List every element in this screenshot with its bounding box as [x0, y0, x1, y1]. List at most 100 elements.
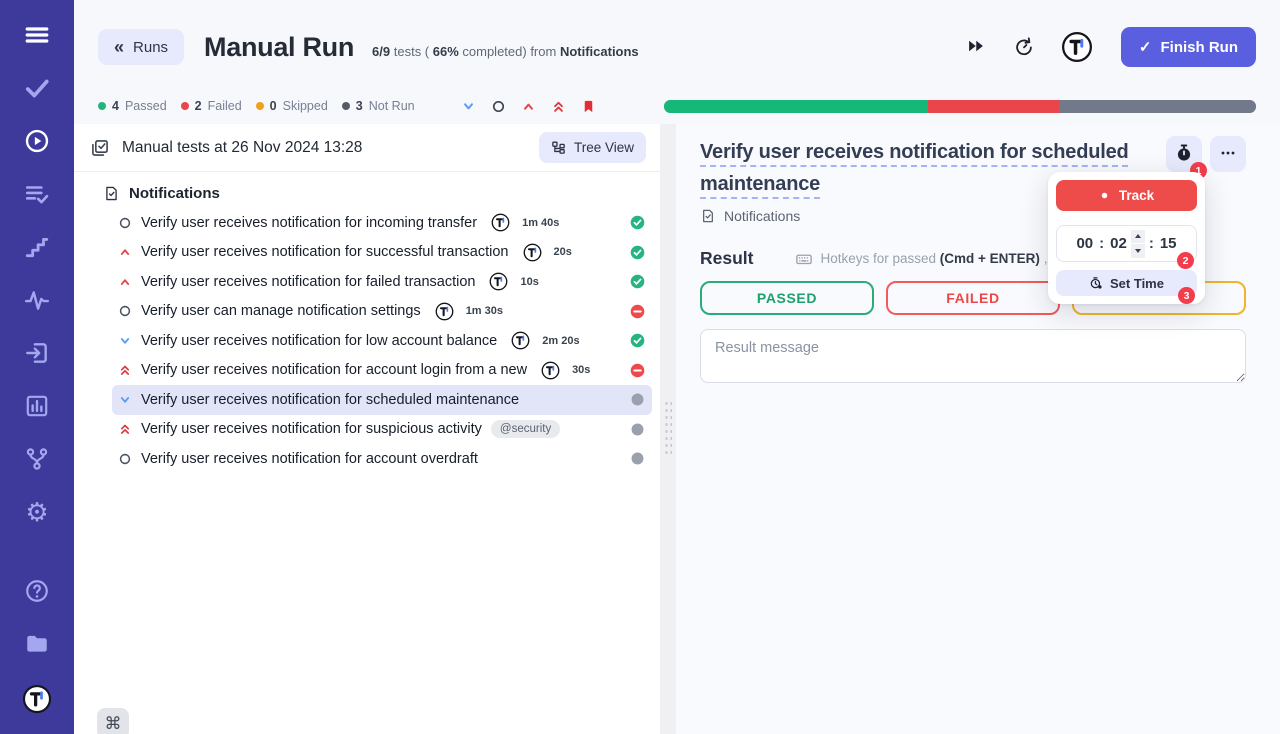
command-hotkey-button[interactable]: ⌘: [97, 708, 129, 734]
severity-down-icon: [118, 334, 132, 348]
back-to-runs-button[interactable]: « Runs: [98, 29, 185, 65]
severity-circle-icon: [118, 304, 132, 318]
testomat-badge-icon: [541, 361, 560, 380]
test-row[interactable]: Verify user receives notification for sc…: [112, 385, 652, 415]
sidebar-logo-icon[interactable]: [22, 684, 52, 714]
panel-splitter[interactable]: [660, 124, 676, 734]
step-badge-2: 2: [1177, 252, 1194, 269]
hours-field[interactable]: 00: [1076, 235, 1093, 252]
record-dot-icon: [1099, 190, 1110, 201]
test-row[interactable]: Verify user receives notification for ac…: [112, 356, 652, 386]
tree-view-icon: [551, 140, 566, 155]
severity-down-icon: [118, 393, 132, 407]
stopwatch-gear-icon: [1089, 276, 1103, 290]
testomat-badge-icon: [523, 243, 542, 262]
skipped-count: 0 Skipped: [255, 99, 328, 113]
testomat-logo[interactable]: [1061, 31, 1093, 63]
sidebar-pulse-icon[interactable]: [24, 287, 50, 313]
bookmark-icon: [581, 100, 596, 117]
folder-name: Notifications: [129, 185, 220, 202]
test-title: Verify user receives notification for sc…: [141, 391, 520, 408]
timer-button[interactable]: 1: [1166, 136, 1207, 179]
test-row[interactable]: Verify user receives notification for su…: [112, 238, 652, 268]
severity-filter-blocker-button[interactable]: [581, 99, 596, 114]
result-message-input[interactable]: [700, 329, 1246, 383]
main-area: « Runs Manual Run 6/9 tests ( 66% comple…: [74, 0, 1280, 734]
severity-filters: [461, 99, 596, 114]
stopwatch-icon: [1174, 143, 1194, 166]
test-tag: @security: [490, 420, 561, 439]
test-row[interactable]: Verify user receives notification for su…: [112, 415, 652, 445]
check-icon: ✓: [1138, 39, 1152, 56]
severity-filter-low-button[interactable]: [461, 99, 476, 114]
detail-header-buttons: 1: [1166, 136, 1246, 179]
sidebar-list-check-icon[interactable]: [24, 181, 50, 207]
test-row[interactable]: Verify user can manage notification sett…: [112, 297, 652, 327]
test-title: Verify user receives notification for fa…: [141, 273, 476, 290]
sidebar-branch-icon[interactable]: [24, 446, 50, 472]
test-row[interactable]: Verify user receives notification for in…: [112, 208, 652, 238]
content-area: Manual tests at 26 Nov 2024 13:28 Tree V…: [74, 124, 1280, 734]
checklist-icon: [90, 138, 110, 158]
stepper-up-button[interactable]: [1130, 229, 1145, 243]
stepper-down-button[interactable]: [1130, 244, 1145, 258]
run-progress-bar: [663, 99, 1256, 113]
failed-button[interactable]: FAILED: [886, 281, 1060, 315]
set-time-button[interactable]: Set Time 3: [1056, 270, 1197, 304]
severity-filter-critical-button[interactable]: [551, 99, 566, 114]
sidebar-chart-icon[interactable]: [24, 393, 50, 419]
severity-circle-icon: [118, 216, 132, 230]
sidebar-play-icon[interactable]: [24, 128, 50, 154]
track-button[interactable]: Track: [1056, 180, 1197, 211]
ellipsis-icon: [1218, 143, 1238, 166]
sidebar-help-icon[interactable]: [24, 578, 50, 604]
skipped-dot-icon: [255, 102, 264, 110]
sidebar-check-icon[interactable]: [24, 75, 50, 101]
sidebar-gear-icon[interactable]: ⚙: [24, 499, 50, 525]
test-list-title: Manual tests at 26 Nov 2024 13:28: [122, 138, 363, 156]
severity-filter-normal-button[interactable]: [491, 99, 506, 114]
run-progress-summary: 6/9 tests ( 66% completed) from Notifica…: [372, 43, 639, 59]
time-input: 00 : 02 : 15 2: [1056, 225, 1197, 269]
status-passed-icon: [629, 332, 646, 349]
sidebar-folder-icon[interactable]: [24, 631, 50, 657]
minutes-field[interactable]: 02: [1110, 235, 1127, 252]
test-title: Verify user receives notification for su…: [141, 244, 509, 261]
sidebar-steps-icon[interactable]: [24, 234, 50, 260]
splitter-handle-icon: [664, 400, 672, 458]
test-title: Verify user receives notification for ac…: [141, 450, 478, 467]
tree-view-button[interactable]: Tree View: [538, 132, 646, 163]
sidebar-import-icon[interactable]: [24, 340, 50, 366]
test-row[interactable]: Verify user receives notification for ac…: [112, 444, 652, 474]
status-notrun-icon: [629, 421, 646, 438]
passed-button[interactable]: PASSED: [700, 281, 874, 315]
document-check-icon: [103, 185, 120, 202]
status-passed-icon: [629, 244, 646, 261]
progress-passed: [663, 99, 928, 113]
seconds-field[interactable]: 15: [1160, 235, 1177, 252]
severity-dblup-icon: [118, 422, 132, 436]
severity-filter-high-button[interactable]: [521, 99, 536, 114]
progress-notrun: [1059, 99, 1256, 113]
test-duration: 1m 30s: [465, 305, 503, 318]
testomat-badge-icon: [511, 331, 530, 350]
severity-dblup-icon: [118, 363, 132, 377]
testomat-badge-icon: [435, 302, 454, 321]
passed-count: 4 Passed: [98, 99, 167, 113]
page-title: Manual Run: [204, 31, 355, 62]
status-failed-icon: [629, 362, 646, 379]
fast-forward-button[interactable]: [965, 36, 987, 58]
test-duration: 2m 20s: [542, 334, 580, 347]
finish-run-button[interactable]: ✓ Finish Run: [1120, 27, 1256, 67]
keyboard-icon: [795, 250, 813, 268]
test-row[interactable]: Verify user receives notification for fa…: [112, 267, 652, 297]
more-options-button[interactable]: [1210, 136, 1246, 172]
retry-timer-button[interactable]: [1013, 36, 1035, 58]
notrun-dot-icon: [341, 102, 350, 110]
sidebar-menu-icon[interactable]: [24, 22, 50, 48]
failed-count: 2 Failed: [180, 99, 242, 113]
folder-row[interactable]: Notifications: [74, 172, 660, 208]
testomat-logo-icon: [1061, 32, 1093, 67]
test-row[interactable]: Verify user receives notification for lo…: [112, 326, 652, 356]
test-title: Verify user can manage notification sett…: [141, 303, 421, 320]
